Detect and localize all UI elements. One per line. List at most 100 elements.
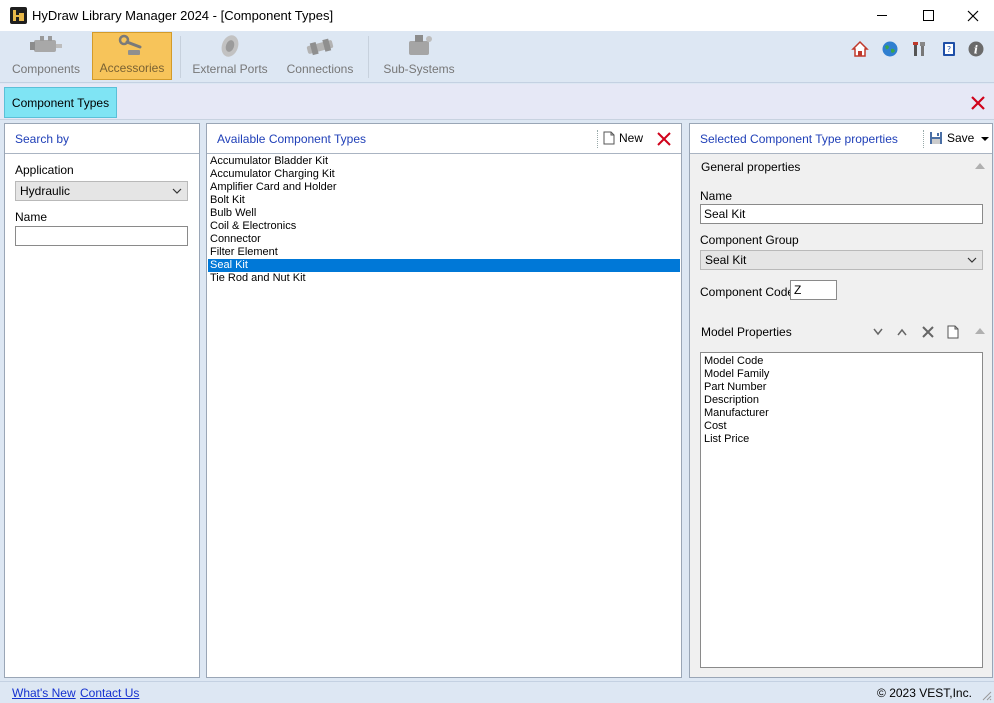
contact-us-link[interactable]: Contact Us [80,686,139,700]
prop-name-label: Name [700,189,733,203]
close-window-button[interactable] [950,0,994,31]
pump-icon [401,32,437,60]
status-bar: What's New Contact Us © 2023 VEST,Inc. [0,681,994,703]
list-item[interactable]: Coil & Electronics [208,220,680,233]
general-properties-label: General properties [701,160,801,174]
model-properties-section[interactable]: Model Properties [691,320,991,344]
search-name-input[interactable] [15,226,188,246]
cylinder-icon [28,32,64,60]
ribbon-components-label: Components [11,62,81,76]
ribbon-accessories-button[interactable]: Accessories [92,32,172,80]
save-disk-icon [930,132,942,144]
title-bar: HyDraw Library Manager 2024 - [Component… [0,0,994,31]
list-item[interactable]: Filter Element [208,246,680,259]
save-dropdown-arrow-icon[interactable] [980,135,990,143]
list-item[interactable]: Amplifier Card and Holder [208,181,680,194]
fitting-icon [302,32,338,60]
list-item-selected[interactable]: Seal Kit [208,259,680,272]
component-group-value: Seal Kit [705,253,747,267]
component-code-label: Component Code [700,285,795,299]
list-item[interactable]: Model Family [704,368,979,381]
maximize-button[interactable] [905,0,951,31]
ribbon-sub-systems-label: Sub-Systems [383,62,455,76]
port-icon [212,32,248,60]
copyright-text: © 2023 VEST,Inc. [877,686,972,700]
ribbon-components-button[interactable]: Components [8,32,84,80]
tab-component-types[interactable]: Component Types [4,87,117,118]
chevron-down-icon [967,257,977,263]
ribbon-connections-label: Connections [286,62,354,76]
svg-text:?: ? [947,45,951,54]
list-item[interactable]: Description [704,394,979,407]
ribbon-separator [368,36,369,78]
available-types-title: Available Component Types [217,131,366,146]
search-name-label: Name [15,210,48,224]
component-types-list[interactable]: Accumulator Bladder Kit Accumulator Char… [208,155,680,676]
list-item[interactable]: Tie Rod and Nut Kit [208,272,680,285]
collapse-up-icon [975,163,985,169]
list-item[interactable]: Model Code [704,355,979,368]
remove-property-icon[interactable] [921,325,935,339]
new-button-label: New [619,131,644,145]
collapse-up-icon [975,328,985,334]
toolbar-separator [597,130,598,148]
wrench-icon [114,33,150,59]
toolbar-separator [923,130,924,148]
move-down-icon[interactable] [873,328,883,336]
prop-name-input[interactable]: Seal Kit [700,204,983,224]
application-select-value: Hydraulic [20,184,71,198]
help-book-icon[interactable]: ? [940,40,958,58]
info-icon[interactable]: i [967,40,985,58]
save-button-label: Save [947,131,975,145]
list-item[interactable]: List Price [704,433,979,446]
close-icon [967,10,979,21]
list-item[interactable]: Cost [704,420,979,433]
minimize-button[interactable] [859,0,905,31]
document-tab-strip: Component Types [0,84,994,120]
ribbon-external-ports-label: External Ports [192,62,268,76]
component-code-input[interactable]: Z [790,280,837,300]
svg-text:i: i [974,44,978,57]
add-property-icon[interactable] [947,325,959,339]
search-panel: Search by Application Hydraulic Name [4,123,200,678]
ribbon-external-ports-button[interactable]: External Ports [190,32,270,80]
globe-icon[interactable] [881,40,899,58]
properties-title: Selected Component Type properties [700,131,898,146]
list-item[interactable]: Part Number [704,381,979,394]
general-properties-section[interactable]: General properties [691,155,991,179]
list-item[interactable]: Accumulator Charging Kit [208,168,680,181]
close-tab-icon[interactable] [969,94,987,112]
tools-icon[interactable] [911,40,929,58]
list-item[interactable]: Accumulator Bladder Kit [208,155,680,168]
list-item[interactable]: Bolt Kit [208,194,680,207]
model-properties-list[interactable]: Model Code Model Family Part Number Desc… [700,352,983,668]
ribbon-toolbar: Components Accessories External Ports Co… [0,31,994,83]
new-document-icon [603,131,615,145]
copyright-value: 2023 VEST,Inc. [889,686,972,700]
component-group-label: Component Group [700,233,799,247]
new-button[interactable]: New [603,131,643,145]
list-item[interactable]: Connector [208,233,680,246]
resize-grip-icon[interactable] [982,691,992,701]
model-properties-label: Model Properties [701,325,792,339]
component-group-select[interactable]: Seal Kit [700,250,983,270]
ribbon-sub-systems-button[interactable]: Sub-Systems [382,32,456,80]
list-item[interactable]: Bulb Well [208,207,680,220]
application-select[interactable]: Hydraulic [15,181,188,201]
application-label: Application [15,163,74,177]
app-logo-icon [10,7,27,24]
home-icon[interactable] [851,40,869,58]
available-types-panel: Available Component Types New Accumulato… [206,123,682,678]
ribbon-connections-button[interactable]: Connections [282,32,358,80]
move-up-icon[interactable] [897,328,907,336]
properties-panel: Selected Component Type properties Save … [689,123,993,678]
whats-new-link[interactable]: What's New [12,686,76,700]
ribbon-accessories-label: Accessories [99,61,165,75]
ribbon-separator [180,36,181,78]
search-panel-header: Search by [5,124,199,154]
list-item[interactable]: Manufacturer [704,407,979,420]
save-button[interactable]: Save [929,131,974,145]
window-title: HyDraw Library Manager 2024 - [Component… [32,8,334,23]
delete-icon[interactable] [657,132,671,146]
chevron-down-icon [172,188,182,194]
